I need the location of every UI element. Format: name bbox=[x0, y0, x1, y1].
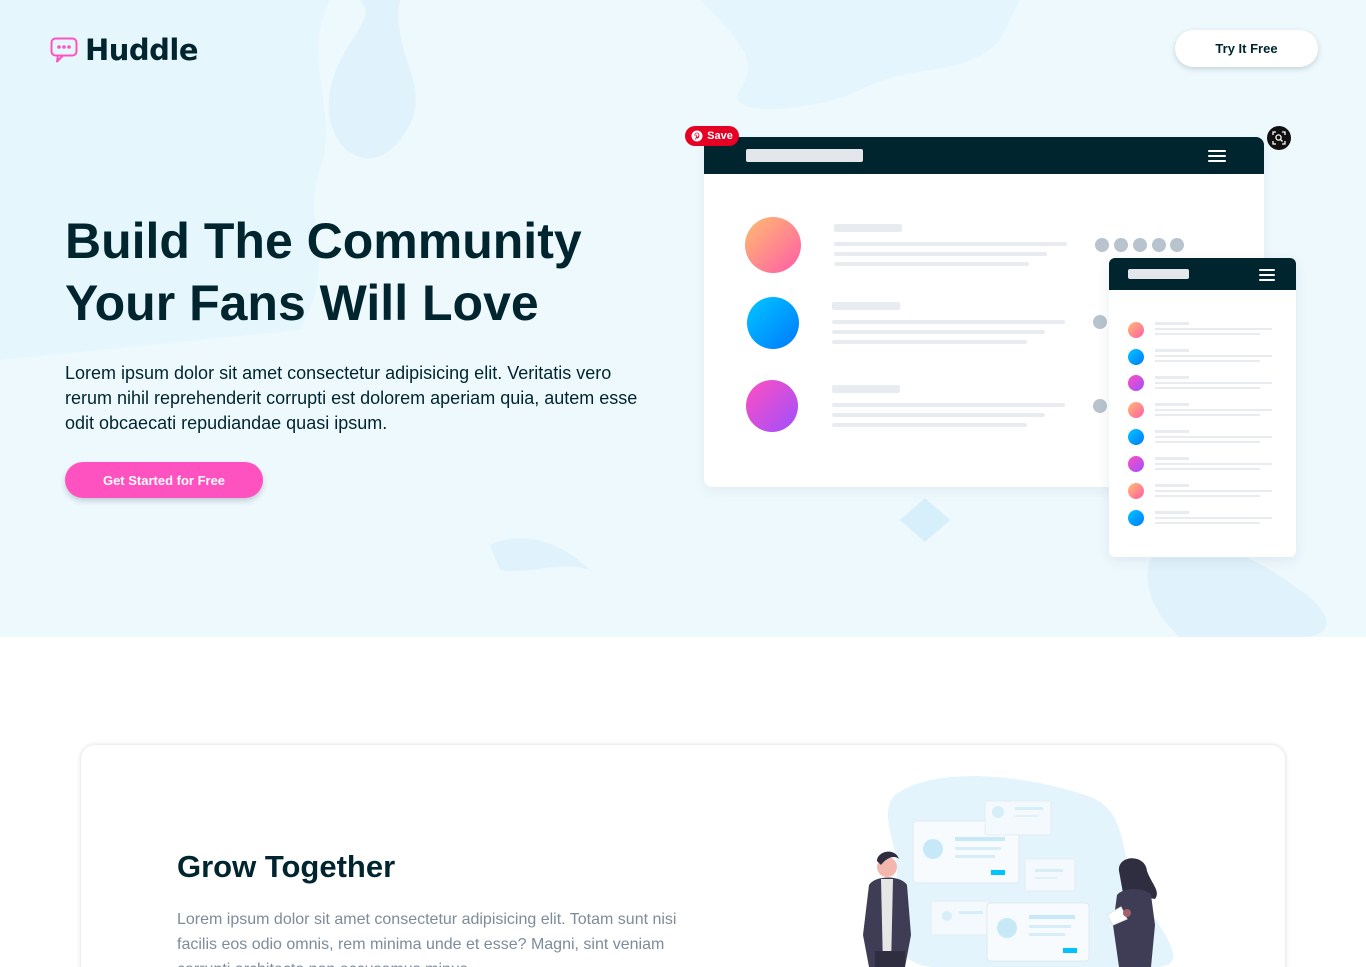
mockup-side-url-bar bbox=[1128, 269, 1189, 279]
menu-icon bbox=[1208, 150, 1226, 162]
app-mockup-side-window bbox=[1109, 258, 1296, 557]
grow-together-illustration bbox=[863, 776, 1174, 967]
visual-search-icon bbox=[1272, 131, 1286, 145]
visual-search-button[interactable] bbox=[1267, 126, 1291, 150]
hero-title-line-2: Your Fans Will Love bbox=[65, 275, 539, 331]
pinterest-icon bbox=[691, 130, 703, 142]
get-started-button[interactable]: Get Started for Free bbox=[65, 462, 263, 498]
feature-description: Lorem ipsum dolor sit amet consectetur a… bbox=[177, 911, 677, 967]
pinterest-save-button[interactable]: Save bbox=[685, 126, 739, 146]
hero-title-line-1: Build The Community bbox=[65, 213, 582, 269]
logo[interactable]: Huddle bbox=[50, 33, 199, 67]
mockup-titlebar bbox=[704, 137, 1264, 174]
menu-icon bbox=[1259, 269, 1275, 281]
hero-title: Build The Community Your Fans Will Love bbox=[65, 210, 625, 334]
pinterest-save-label: Save bbox=[707, 130, 733, 142]
try-it-free-button[interactable]: Try It Free bbox=[1175, 30, 1318, 67]
mockup-url-bar bbox=[746, 149, 863, 162]
mockup-side-content bbox=[1128, 322, 1272, 526]
hero-section: Huddle Try It Free Build The Community Y… bbox=[0, 0, 1366, 637]
logo-text: Huddle bbox=[85, 33, 199, 67]
chat-bubble-logo-icon bbox=[50, 37, 78, 63]
feature-title: Grow Together bbox=[177, 849, 396, 884]
hero-description: Lorem ipsum dolor sit amet consectetur a… bbox=[65, 363, 638, 433]
mockup-side-titlebar bbox=[1109, 258, 1296, 290]
